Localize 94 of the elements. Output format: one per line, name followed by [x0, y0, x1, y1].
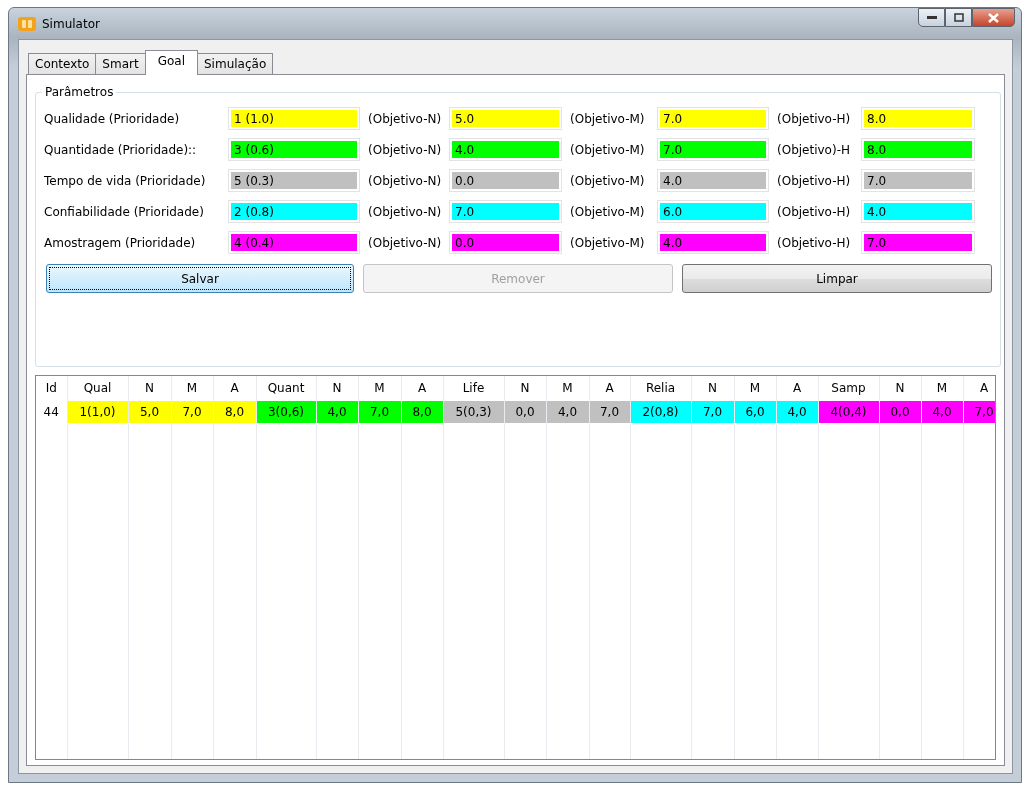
- objective-field[interactable]: 6.0: [657, 200, 769, 223]
- maximize-button[interactable]: [945, 8, 972, 27]
- column-header[interactable]: A: [213, 376, 256, 401]
- objective-label: (Objetivo-M): [569, 142, 646, 157]
- table-cell: 3(0,6): [256, 400, 316, 423]
- priority-field[interactable]: 3 (0.6): [228, 138, 360, 161]
- objective-field[interactable]: 4.0: [449, 138, 562, 161]
- objective-field[interactable]: 7.0: [861, 169, 975, 192]
- column-header[interactable]: N: [691, 376, 734, 401]
- column-header[interactable]: A: [776, 376, 818, 401]
- column-header[interactable]: A: [589, 376, 630, 401]
- objective-label: (Objetivo-N): [367, 235, 443, 250]
- table-cell: 0,0: [879, 400, 921, 423]
- table-cell: 0,0: [504, 400, 546, 423]
- minimize-icon: [926, 15, 937, 20]
- window-title: Simulator: [42, 16, 101, 31]
- column-header[interactable]: M: [546, 376, 589, 401]
- column-header[interactable]: Life: [443, 376, 504, 401]
- table-cell: 5,0: [128, 400, 171, 423]
- objective-field[interactable]: 8.0: [861, 138, 975, 161]
- column-header[interactable]: N: [316, 376, 358, 401]
- objective-label: (Objetivo-N): [367, 173, 443, 188]
- column-header[interactable]: M: [734, 376, 776, 401]
- objective-field[interactable]: 4.0: [657, 169, 769, 192]
- priority-field[interactable]: 4 (0.4): [228, 231, 360, 254]
- table-cell: 2(0,8): [630, 400, 691, 423]
- objective-label: (Objetivo-M): [569, 173, 646, 188]
- column-header[interactable]: A: [401, 376, 443, 401]
- objective-field[interactable]: 8.0: [861, 107, 975, 130]
- objective-label: (Objetivo-N): [367, 204, 443, 219]
- column-header[interactable]: Quant: [256, 376, 316, 401]
- column-header[interactable]: Relia: [630, 376, 691, 401]
- table-cell: 4,0: [921, 400, 963, 423]
- group-title: Parâmetros: [44, 85, 115, 99]
- column-header[interactable]: Samp: [818, 376, 879, 401]
- objective-label: (Objetivo-H): [776, 173, 852, 188]
- column-header[interactable]: M: [921, 376, 963, 401]
- table-cell: 7,0: [691, 400, 734, 423]
- priority-field[interactable]: 1 (1.0): [228, 107, 360, 130]
- tab[interactable]: Contexto: [28, 53, 97, 75]
- tab[interactable]: Smart: [95, 53, 146, 75]
- priority-field[interactable]: 2 (0.8): [228, 200, 360, 223]
- table-cell: 5(0,3): [443, 400, 504, 423]
- parameter-label: Qualidade (Prioridade): [44, 111, 181, 126]
- objective-label: (Objetivo-H): [776, 235, 852, 250]
- action-button[interactable]: Limpar: [682, 264, 992, 293]
- parameter-label: Amostragem (Prioridade): [44, 235, 197, 250]
- parameter-label: Confiabilidade (Prioridade): [44, 204, 205, 219]
- objective-field[interactable]: 4.0: [657, 231, 769, 254]
- close-icon: [988, 12, 999, 23]
- parameter-label: Tempo de vida (Prioridade): [44, 173, 207, 188]
- objective-field[interactable]: 7.0: [449, 200, 562, 223]
- column-header[interactable]: N: [504, 376, 546, 401]
- objective-label: (Objetivo)-H: [776, 142, 851, 157]
- objective-field[interactable]: 7.0: [861, 231, 975, 254]
- table-cell: 4,0: [316, 400, 358, 423]
- table-cell: 7,0: [358, 400, 401, 423]
- objective-label: (Objetivo-H): [776, 111, 852, 126]
- close-button[interactable]: [972, 8, 1015, 27]
- table-cell: 7,0: [589, 400, 630, 423]
- table-cell: 1(1,0): [67, 400, 128, 423]
- column-header[interactable]: M: [171, 376, 213, 401]
- objective-field[interactable]: 4.0: [861, 200, 975, 223]
- column-header[interactable]: N: [879, 376, 921, 401]
- maximize-icon: [953, 13, 964, 22]
- table-cell: 4(0,4): [818, 400, 879, 423]
- app-logo-icon: [18, 16, 36, 31]
- objective-field[interactable]: 0.0: [449, 169, 562, 192]
- objective-label: (Objetivo-M): [569, 204, 646, 219]
- action-button[interactable]: Salvar: [46, 264, 354, 293]
- table-cell: 7,0: [963, 400, 995, 423]
- objective-field[interactable]: 0.0: [449, 231, 562, 254]
- table-cell: 4,0: [546, 400, 589, 423]
- table-cell: 8,0: [401, 400, 443, 423]
- minimize-button[interactable]: [918, 8, 945, 27]
- tab[interactable]: Simulação: [197, 53, 274, 75]
- objective-label: (Objetivo-N): [367, 111, 443, 126]
- parameter-label: Quantidade (Prioridade)::: [44, 142, 198, 157]
- table-cell: 4,0: [776, 400, 818, 423]
- objective-field[interactable]: 5.0: [449, 107, 562, 130]
- objective-label: (Objetivo-N): [367, 142, 443, 157]
- tab[interactable]: Goal: [144, 50, 198, 75]
- column-header[interactable]: Qual: [67, 376, 128, 401]
- column-header[interactable]: N: [128, 376, 171, 401]
- table-cell: 8,0: [213, 400, 256, 423]
- objective-field[interactable]: 7.0: [657, 107, 769, 130]
- column-header[interactable]: M: [358, 376, 401, 401]
- priority-field[interactable]: 5 (0.3): [228, 169, 360, 192]
- objective-label: (Objetivo-H): [776, 204, 852, 219]
- table-cell: 7,0: [171, 400, 213, 423]
- objective-field[interactable]: 7.0: [657, 138, 769, 161]
- table-cell: 6,0: [734, 400, 776, 423]
- objective-label: (Objetivo-M): [569, 235, 646, 250]
- objective-label: (Objetivo-M): [569, 111, 646, 126]
